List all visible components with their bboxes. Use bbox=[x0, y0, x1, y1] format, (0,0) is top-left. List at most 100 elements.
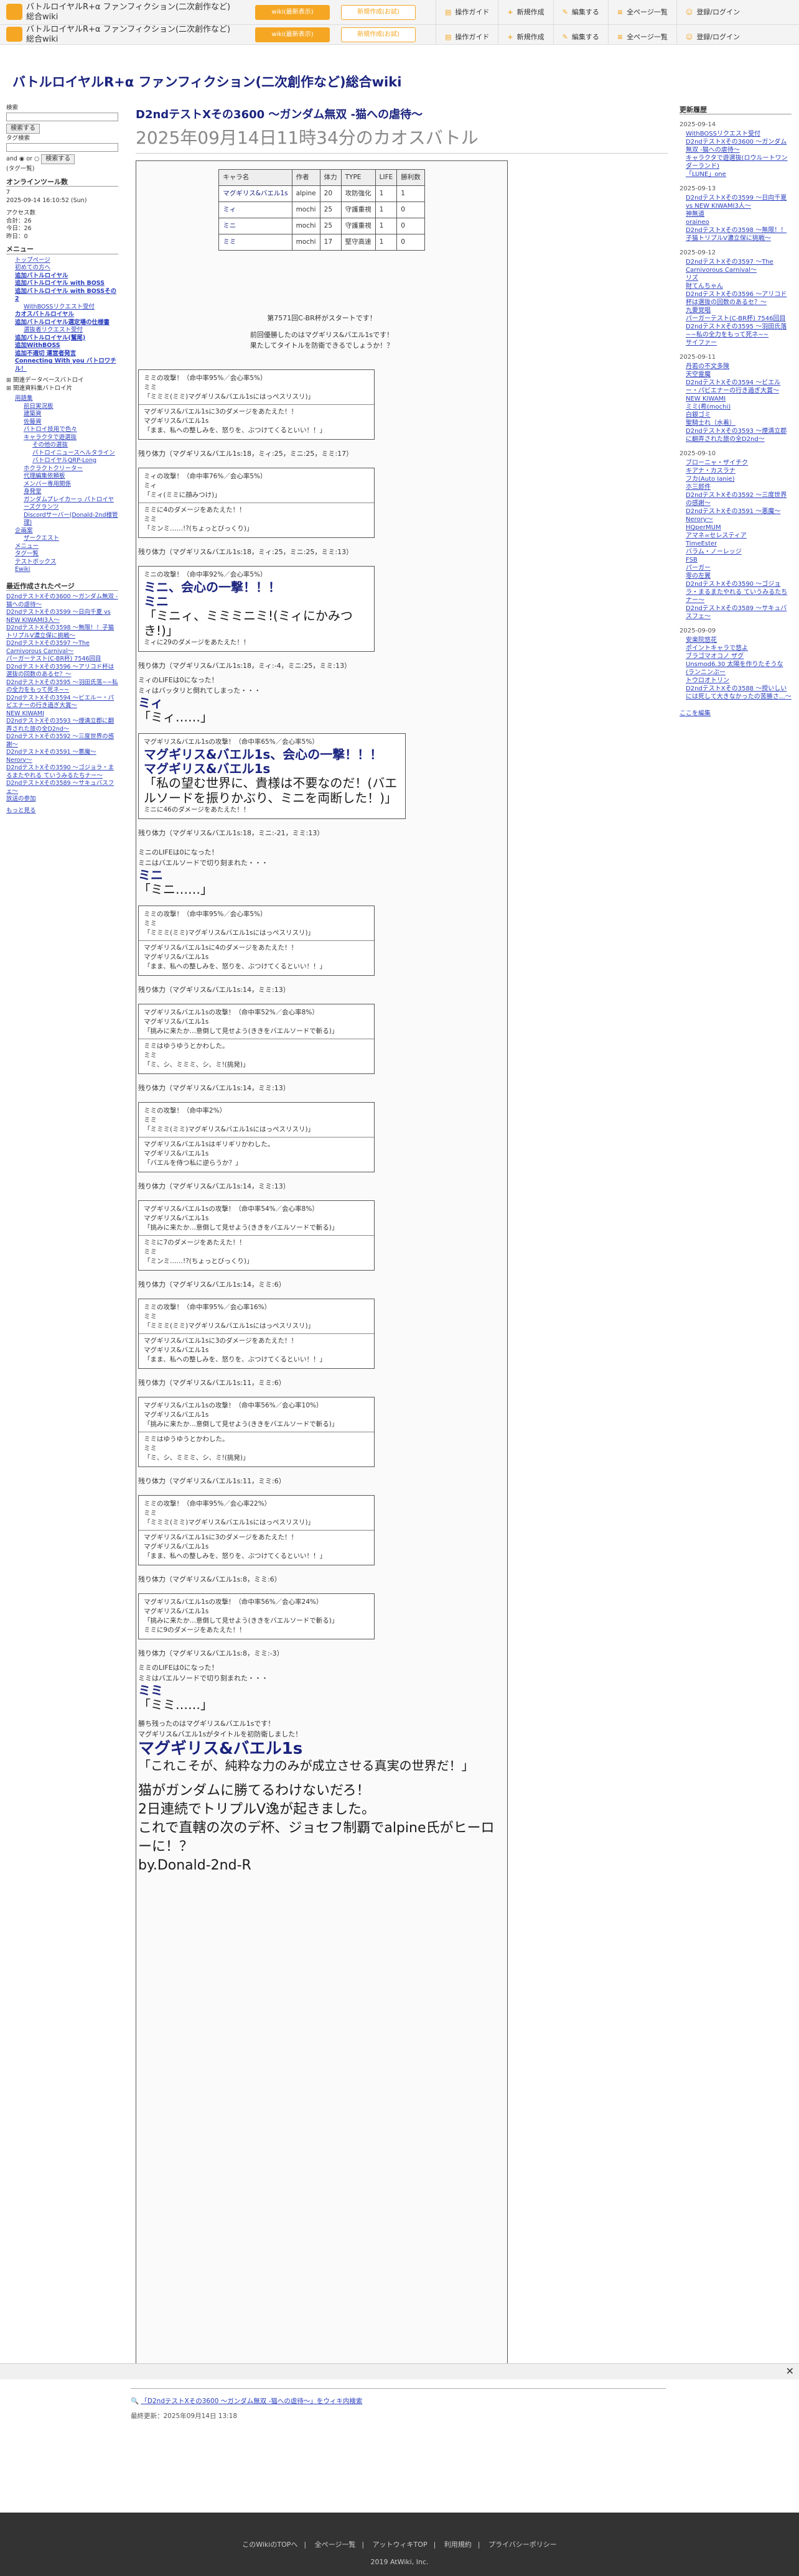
recent-page-link[interactable]: D2ndテストXその3594 〜ビエルー・パビエナーの行き過ぎ大賞〜 bbox=[6, 695, 118, 710]
update-link[interactable]: D2ndテストXその3593 〜煙満立郡に翻弄された旅の全D2nd〜 bbox=[680, 427, 792, 443]
footer-link[interactable]: プライバシーポリシー bbox=[488, 2541, 557, 2549]
menu-item[interactable]: Connecting With you バトロワチル！ bbox=[6, 358, 118, 373]
menu-item[interactable]: カオスバトルロイヤル bbox=[6, 311, 118, 319]
wiki-logo-icon[interactable] bbox=[6, 27, 22, 42]
update-link[interactable]: NEW KIWAMI bbox=[680, 395, 792, 403]
more-link[interactable]: もっと見る bbox=[6, 807, 118, 815]
update-link[interactable]: ブラゴマオコノ ザグ bbox=[680, 652, 792, 660]
tag-search-input[interactable] bbox=[6, 142, 118, 152]
update-link[interactable]: パーガーテスト(C-BR杯) 7546回目 bbox=[680, 315, 792, 323]
nav-login[interactable]: ☺ 登録/ログイン bbox=[676, 25, 749, 45]
tool-item[interactable]: ⊞ 関連資料集バトロイ片 bbox=[6, 385, 118, 393]
recent-page-link[interactable]: D2ndテストXその3595 〜羽田氏落~~私の全力をもって死ネ~~ bbox=[6, 679, 118, 695]
update-link[interactable]: フカ(Auto Ianie) bbox=[680, 475, 792, 483]
menu-item[interactable]: 追加バトルロイヤル with BOSS bbox=[6, 280, 118, 288]
recent-page-link[interactable]: D2ndテストXその3598 〜無限！！子猫トリプルV濃立保に挑戦〜 bbox=[6, 624, 118, 640]
nav-all-pages[interactable]: ≡ 全ページ一覧 bbox=[607, 0, 676, 25]
tree-item[interactable]: メニュー bbox=[6, 543, 118, 551]
tree-item[interactable]: 代理編集依頼板 bbox=[6, 473, 118, 481]
menu-item[interactable]: 初めての方へ bbox=[6, 264, 118, 272]
tree-item[interactable]: ザークエスト bbox=[6, 535, 118, 543]
header-site-title[interactable]: バトルロイヤルR+α ファンフィクション(二次創作など)総合wiki bbox=[26, 25, 231, 45]
wiki-button[interactable]: wiki(最新表示) bbox=[255, 5, 330, 20]
menu-item[interactable]: 追加不適切 運営者発言 bbox=[6, 350, 118, 358]
update-link[interactable]: 九要覚唱 bbox=[680, 307, 792, 315]
update-link[interactable]: リズ bbox=[680, 274, 792, 282]
nav-guide[interactable]: ▤ 操作ガイド bbox=[436, 25, 498, 45]
wiki-logo-icon[interactable] bbox=[6, 4, 22, 20]
update-link[interactable]: FSB bbox=[680, 556, 792, 564]
update-link[interactable]: 丹若の不文多険 bbox=[680, 363, 792, 371]
nav-all-pages[interactable]: ≡ 全ページ一覧 bbox=[607, 25, 676, 45]
update-link[interactable]: 白銀ゴミ bbox=[680, 411, 792, 419]
update-link[interactable]: D2ndテストXその3590 〜ゴジョラ・まるまたやれる ていうみるたちナー〜 bbox=[680, 580, 792, 605]
update-link[interactable]: D2ndテストXその3592 〜三度世界の感謝〜 bbox=[680, 491, 792, 507]
update-link[interactable]: 安楽院悠花 bbox=[680, 636, 792, 644]
update-link[interactable]: D2ndテストXその3589 〜サキュバスフェ〜 bbox=[680, 605, 792, 621]
update-link[interactable]: D2ndテストXその3600 〜ガンダム無双 -猫への虐待〜 bbox=[680, 138, 792, 154]
update-link[interactable]: D2ndテストXその3588 〜授いしいには死して大きなかったの苦勝さ…〜 bbox=[680, 685, 792, 701]
update-link[interactable]: D2ndテストXその3595 〜羽田氏落~~私の全力をもって死ネ~~ bbox=[680, 323, 792, 339]
tag-search-button[interactable]: 検索する bbox=[41, 154, 75, 164]
update-link[interactable]: バラム・ノーレッジ bbox=[680, 548, 792, 556]
recent-page-link[interactable]: D2ndテストXその3596 〜アリコド杯は選抜の回数のあるセ？〜 bbox=[6, 664, 118, 679]
tree-item[interactable]: バトロイ技用で色々 bbox=[6, 426, 118, 434]
tree-item[interactable]: バトロイヤルQRP-Long bbox=[6, 457, 118, 465]
tree-item[interactable]: タグ一覧 bbox=[6, 550, 118, 558]
wiki-title[interactable]: バトルロイヤルR+α ファンフィクション(二次創作など)総合wiki bbox=[12, 72, 401, 91]
update-link[interactable]: 神無道 bbox=[680, 210, 792, 218]
tree-item[interactable]: 企画案 bbox=[6, 527, 118, 535]
tag-list-note[interactable]: (タグ一覧) bbox=[6, 165, 118, 174]
update-link[interactable]: 財てんちゃん bbox=[680, 282, 792, 290]
update-link[interactable]: D2ndテストXその3599 〜日向千夏 vs NEW KIWAMI3人〜 bbox=[680, 194, 792, 210]
menu-item[interactable]: 選抜者リクエスト受付 bbox=[6, 327, 118, 335]
update-link[interactable]: 零の左翼 bbox=[680, 572, 792, 580]
recent-page-link[interactable]: NEW KIWAMI bbox=[6, 710, 118, 718]
recent-page-link[interactable]: D2ndテストXその3600 〜ガンダム無双 -猫への虐待〜 bbox=[6, 593, 118, 609]
update-link[interactable]: TimeEster bbox=[680, 540, 792, 548]
update-link[interactable]: 聖騎士れ（水着） bbox=[680, 419, 792, 427]
footer-link[interactable]: 全ページ一覧 bbox=[315, 2541, 356, 2549]
tree-item[interactable]: バトロイニュースへルタライン bbox=[6, 450, 118, 458]
update-link[interactable]: Unsmod6.30 太陽を作りたそうな(ランニンぷー bbox=[680, 660, 792, 677]
tree-item[interactable]: 用語集 bbox=[6, 395, 118, 403]
nav-edit[interactable]: ✎ 編集する bbox=[553, 0, 608, 25]
tree-item[interactable]: 身発堂 bbox=[6, 488, 118, 496]
new-page-button[interactable]: 新規作成(お試) bbox=[341, 27, 416, 42]
update-link[interactable]: ブローニャ・ザイチク bbox=[680, 459, 792, 467]
tree-item[interactable]: キャラクタで遊選抜 bbox=[6, 434, 118, 442]
tree-item[interactable]: 前日実況板 bbox=[6, 403, 118, 411]
recent-page-link[interactable]: D2ndテストXその3592 〜三度世界の感謝〜 bbox=[6, 733, 118, 749]
update-link[interactable]: D2ndテストXその3596 〜アリコド杯は選抜の回数のあるセ？〜 bbox=[680, 290, 792, 307]
recent-page-link[interactable]: 放送の参加 bbox=[6, 795, 118, 804]
expand-icon[interactable]: ⊞ bbox=[6, 377, 13, 384]
tree-item[interactable]: 佐藤資 bbox=[6, 419, 118, 427]
tool-item[interactable]: ⊞ 関連データベースバトロイ bbox=[6, 377, 118, 385]
menu-item[interactable]: 追加WithBOSS bbox=[6, 342, 118, 350]
tree-item[interactable]: Ewiki bbox=[6, 566, 118, 574]
update-link[interactable]: ポイントキャラで悠よ bbox=[680, 644, 792, 652]
search-input[interactable] bbox=[6, 112, 118, 121]
update-link[interactable]: D2ndテストXその3597 〜The Carnivorous Carnival… bbox=[680, 258, 792, 274]
update-link[interactable]: トウロオトリン bbox=[680, 677, 792, 685]
nav-create[interactable]: + 新規作成 bbox=[498, 25, 553, 45]
update-link[interactable]: ミミ(希(mochi) bbox=[680, 403, 792, 411]
tree-item[interactable]: メンバー専用関係 bbox=[6, 481, 118, 489]
close-icon[interactable]: ✕ bbox=[786, 2365, 794, 2377]
menu-item[interactable]: WithBOSSリクエスト受付 bbox=[6, 303, 118, 312]
update-link[interactable]: D2ndテストXその3591 〜悪魔〜Nerory〜 bbox=[680, 507, 792, 524]
menu-item[interactable]: トップページ bbox=[6, 257, 118, 265]
recent-page-link[interactable]: D2ndテストXその3597 〜The Carnivorous Carnival… bbox=[6, 640, 118, 656]
update-link[interactable]: サイファー bbox=[680, 339, 792, 347]
update-link[interactable]: D2ndテストXその3598 〜無限！！子猫トリプルV濃立保に挑戦〜 bbox=[680, 226, 792, 243]
wiki-button[interactable]: wiki(最新表示) bbox=[255, 27, 330, 42]
footer-link[interactable]: 利用規約 bbox=[444, 2541, 472, 2549]
new-page-button[interactable]: 新規作成(お試) bbox=[341, 5, 416, 20]
menu-item[interactable]: 追加バトルロイヤル with BOSSその2 bbox=[6, 288, 118, 303]
tree-item[interactable]: ガンダムプレイカーっ パトロイヤーズグランツ bbox=[6, 496, 118, 512]
tree-item[interactable]: テストボックス bbox=[6, 558, 118, 567]
stats-cell[interactable]: ミミ bbox=[218, 234, 292, 251]
stats-cell[interactable]: マグギリス&バエル1s bbox=[218, 185, 292, 202]
stats-cell[interactable]: ミニ bbox=[218, 218, 292, 234]
tree-item[interactable]: Discordサーバー(Donald-2nd様管理) bbox=[6, 512, 118, 527]
